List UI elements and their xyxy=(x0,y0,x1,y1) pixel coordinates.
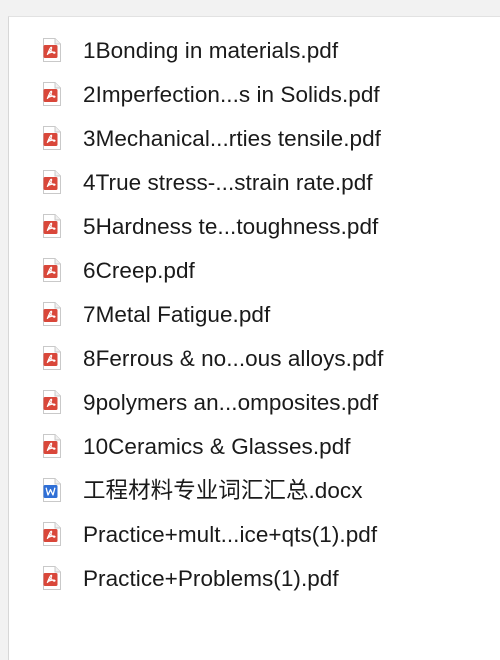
file-row[interactable]: 9polymers an...omposites.pdf xyxy=(9,381,500,425)
file-row[interactable]: Practice+mult...ice+qts(1).pdf xyxy=(9,513,500,557)
file-name: 1Bonding in materials.pdf xyxy=(83,38,339,63)
pdf-icon xyxy=(42,302,61,326)
file-row[interactable]: 7Metal Fatigue.pdf xyxy=(9,293,500,337)
file-name: 6Creep.pdf xyxy=(83,258,195,283)
file-row[interactable]: 工程材料专业词汇汇总.docx xyxy=(9,469,500,513)
pdf-icon xyxy=(42,522,61,546)
file-name: 5Hardness te...toughness.pdf xyxy=(83,214,379,239)
pdf-icon xyxy=(42,390,61,414)
file-row[interactable]: 5Hardness te...toughness.pdf xyxy=(9,205,500,249)
file-name: Practice+mult...ice+qts(1).pdf xyxy=(83,522,378,547)
file-name: 7Metal Fatigue.pdf xyxy=(83,302,271,327)
file-row[interactable]: 2Imperfection...s in Solids.pdf xyxy=(9,73,500,117)
file-name: 10Ceramics & Glasses.pdf xyxy=(83,434,351,459)
file-name: 9polymers an...omposites.pdf xyxy=(83,390,379,415)
pdf-icon xyxy=(42,126,61,150)
file-list-panel: 1Bonding in materials.pdf 2Imperfection..… xyxy=(8,16,500,660)
file-name: 3Mechanical...rties tensile.pdf xyxy=(83,126,381,151)
file-row[interactable]: 4True stress-...strain rate.pdf xyxy=(9,161,500,205)
file-row[interactable]: 6Creep.pdf xyxy=(9,249,500,293)
pdf-icon xyxy=(42,566,61,590)
pdf-icon xyxy=(42,170,61,194)
file-name: 工程材料专业词汇汇总.docx xyxy=(83,478,363,503)
pdf-icon xyxy=(42,434,61,458)
file-row[interactable]: 8Ferrous & no...ous alloys.pdf xyxy=(9,337,500,381)
pdf-icon xyxy=(42,38,61,62)
file-name: 2Imperfection...s in Solids.pdf xyxy=(83,82,380,107)
pdf-icon xyxy=(42,258,61,282)
file-row[interactable]: 3Mechanical...rties tensile.pdf xyxy=(9,117,500,161)
pdf-icon xyxy=(42,346,61,370)
file-row[interactable]: 1Bonding in materials.pdf xyxy=(9,29,500,73)
file-name: Practice+Problems(1).pdf xyxy=(83,566,339,591)
pdf-icon xyxy=(42,82,61,106)
file-name: 4True stress-...strain rate.pdf xyxy=(83,170,373,195)
file-name: 8Ferrous & no...ous alloys.pdf xyxy=(83,346,384,371)
word-icon xyxy=(42,478,61,502)
pdf-icon xyxy=(42,214,61,238)
file-row[interactable]: Practice+Problems(1).pdf xyxy=(9,557,500,601)
file-list: 1Bonding in materials.pdf 2Imperfection..… xyxy=(9,29,500,601)
file-row[interactable]: 10Ceramics & Glasses.pdf xyxy=(9,425,500,469)
